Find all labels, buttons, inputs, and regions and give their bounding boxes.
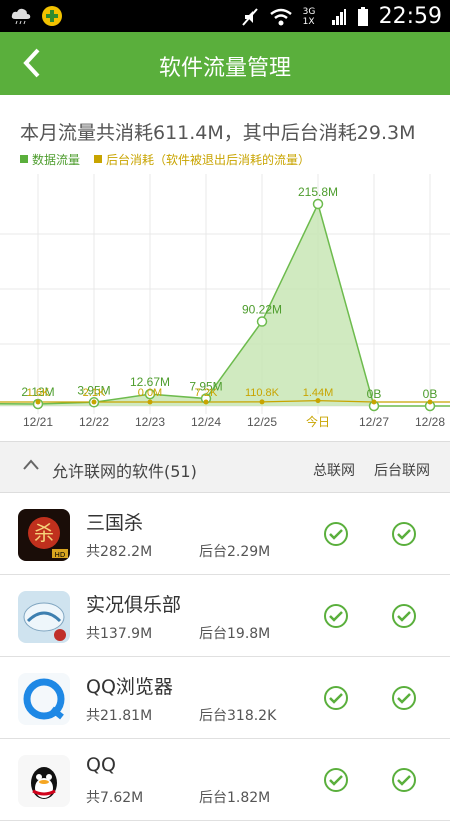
app-row[interactable]: QQ 共7.62M 后台1.82M xyxy=(0,739,450,821)
add-icon xyxy=(42,6,62,26)
apps-section-header[interactable]: 允许联网的软件(51) 总联网 后台联网 xyxy=(0,441,450,493)
total-network-check-icon[interactable] xyxy=(323,603,349,633)
weather-icon xyxy=(11,8,31,25)
app-background-usage: 后台2.29M xyxy=(199,544,271,560)
x-tick-label: 12/24 xyxy=(191,415,221,429)
background-point xyxy=(91,399,97,405)
page-title: 软件流量管理 xyxy=(158,56,291,81)
data-value-label: 90.22M xyxy=(242,303,282,317)
network-type: 3G 1X xyxy=(302,6,316,27)
background-value-label: 1.44M xyxy=(303,387,334,399)
sanguosha-icon: 杀 HD xyxy=(18,509,70,561)
background-point xyxy=(259,399,265,405)
background-network-check-icon[interactable] xyxy=(391,603,417,633)
app-row[interactable]: QQ浏览器共21.81M 后台318.2K xyxy=(0,657,450,739)
app-total-usage: 共282.2M xyxy=(86,544,153,560)
x-tick-label: 12/27 xyxy=(359,415,389,429)
x-tick-label: 12/23 xyxy=(135,415,165,429)
battery-icon xyxy=(357,6,368,26)
app-bar: 软件流量管理 xyxy=(0,32,450,95)
app-background-usage: 后台1.82M xyxy=(199,790,271,806)
background-value-label: 0.0M xyxy=(138,387,162,399)
background-point xyxy=(203,399,209,405)
total-network-check-icon[interactable] xyxy=(323,767,349,797)
background-point xyxy=(147,399,153,405)
usage-summary: 本月流量共消耗611.4M，其中后台消耗29.3M xyxy=(20,122,416,144)
signal-icon xyxy=(331,8,346,25)
app-name: QQ xyxy=(86,754,116,776)
background-value-label: 2.1K xyxy=(83,387,106,399)
background-point xyxy=(35,399,41,405)
app-total-usage: 共21.81M xyxy=(86,708,153,724)
svg-text:HD: HD xyxy=(55,551,66,559)
background-value-label: 1.6K xyxy=(27,387,50,399)
col-background: 后台联网 xyxy=(374,463,430,479)
app-name: 实况俱乐部 xyxy=(86,594,182,616)
x-tick-label: 12/25 xyxy=(247,415,277,429)
total-network-check-icon[interactable] xyxy=(323,685,349,715)
data-value-label: 215.8M xyxy=(298,185,338,199)
status-bar: 3G 1X 22:59 xyxy=(0,0,450,32)
legend-data: 数据流量 xyxy=(20,151,80,168)
svg-text:杀: 杀 xyxy=(34,521,54,545)
background-network-check-icon[interactable] xyxy=(391,521,417,551)
data-value-label: 0B xyxy=(423,387,438,401)
traffic-chart: 2.13M1.6K12/213.95M2.1K12/2212.67M0.0M12… xyxy=(0,174,450,429)
mute-icon xyxy=(241,7,258,26)
data-point xyxy=(256,316,268,327)
app-name: QQ浏览器 xyxy=(86,676,173,698)
col-total: 总联网 xyxy=(313,463,355,479)
app-total-usage: 共7.62M xyxy=(86,790,144,806)
data-value-label: 0B xyxy=(367,387,382,401)
app-background-usage: 后台318.2K xyxy=(199,708,277,724)
background-network-check-icon[interactable] xyxy=(391,767,417,797)
section-title: 允许联网的软件(51) xyxy=(52,462,197,481)
total-network-check-icon[interactable] xyxy=(323,521,349,551)
x-tick-label: 今日 xyxy=(306,414,330,429)
background-network-check-icon[interactable] xyxy=(391,685,417,715)
chart-legend: 数据流量 后台消耗（软件被退出后消耗的流量） xyxy=(20,151,310,168)
data-point xyxy=(312,198,324,210)
app-row[interactable]: 实况俱乐部共137.9M 后台19.8M xyxy=(0,575,450,657)
clock: 22:59 xyxy=(378,4,442,29)
app-name: 三国杀 xyxy=(86,512,144,534)
wifi-icon xyxy=(269,8,292,25)
background-value-label: 110.8K xyxy=(245,387,280,399)
app-background-usage: 后台19.8M xyxy=(199,626,271,642)
chevron-up-icon[interactable] xyxy=(22,456,40,474)
pes-club-icon xyxy=(18,591,70,643)
app-total-usage: 共137.9M xyxy=(86,626,153,642)
x-tick-label: 12/21 xyxy=(23,415,53,429)
x-tick-label: 12/28 xyxy=(415,415,445,429)
qq-icon xyxy=(18,755,70,807)
app-row[interactable]: 杀 HD 三国杀共282.2M 后台2.29M xyxy=(0,493,450,575)
background-value-label: 7.2K xyxy=(195,387,218,399)
x-tick-label: 12/22 xyxy=(79,415,109,429)
legend-background: 后台消耗（软件被退出后消耗的流量） xyxy=(94,151,310,168)
qq-browser-icon xyxy=(18,673,70,725)
